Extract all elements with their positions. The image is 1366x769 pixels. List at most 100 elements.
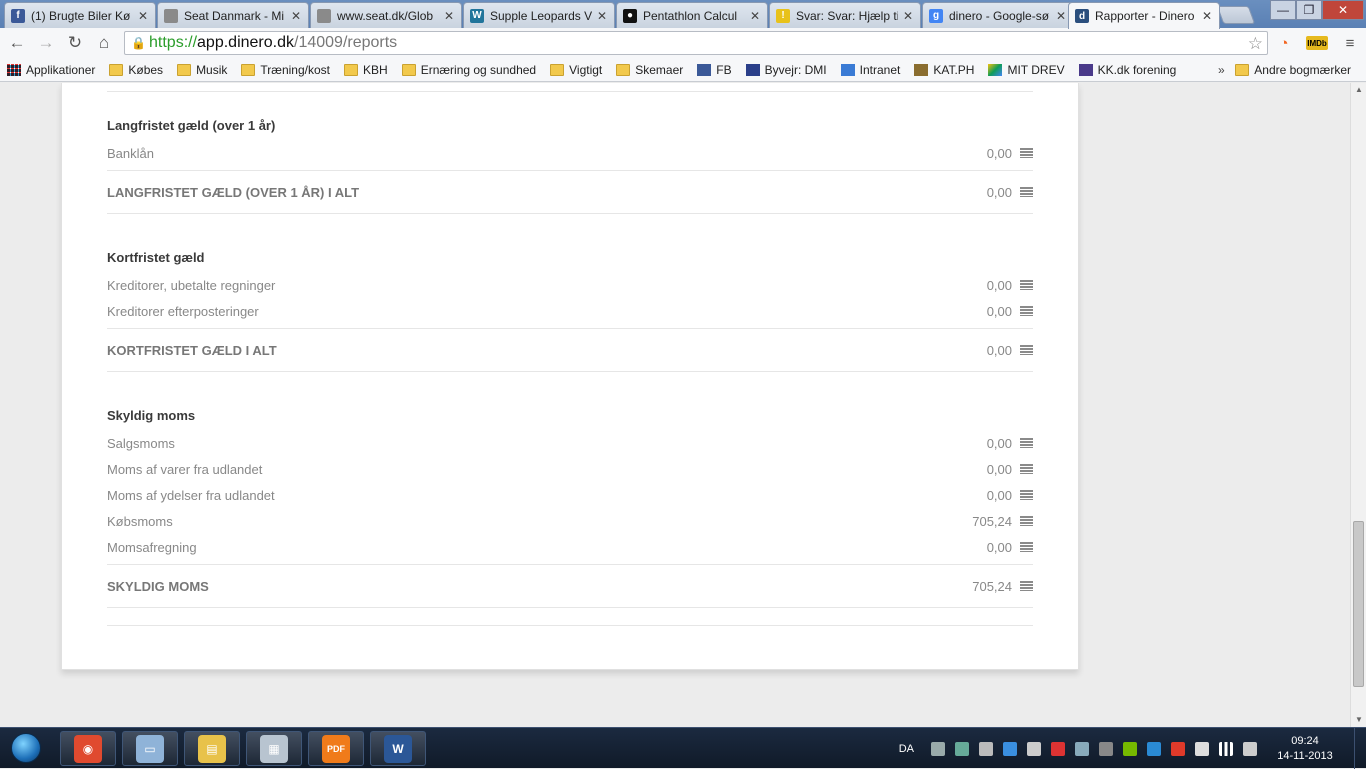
row-label: Momsafregning (107, 539, 197, 555)
taskbar-app[interactable]: ▤ (184, 731, 240, 766)
display-icon[interactable] (1027, 741, 1041, 756)
list-icon[interactable] (1020, 187, 1033, 197)
bookmark-item[interactable]: MIT DREV (981, 63, 1071, 77)
alert-icon[interactable] (1171, 741, 1185, 756)
action-center-icon[interactable] (1051, 741, 1065, 756)
bookmark-label: Vigtigt (569, 62, 603, 77)
list-icon[interactable] (1020, 542, 1033, 552)
close-icon[interactable]: ✕ (1055, 9, 1067, 23)
signal-strength-icon[interactable] (1219, 741, 1233, 756)
list-icon[interactable] (1020, 490, 1033, 500)
clock-date: 14-11-2013 (1277, 749, 1333, 762)
bookmark-item[interactable]: Vigtigt (543, 63, 609, 77)
bookmark-item[interactable]: Købes (102, 63, 170, 77)
usb-icon[interactable] (979, 741, 993, 756)
show-desktop-button[interactable] (1354, 728, 1366, 769)
list-icon[interactable] (1020, 516, 1033, 526)
bookmark-item[interactable]: KBH (337, 63, 395, 77)
steam-icon[interactable] (931, 741, 945, 756)
list-icon[interactable] (1020, 148, 1033, 158)
tab-title: Seat Danmark - Mi (184, 8, 285, 23)
total-amount: 0,00 (986, 184, 1012, 200)
bookmark-item[interactable]: KK.dk forening (1072, 63, 1184, 77)
list-icon[interactable] (1020, 345, 1033, 355)
forward-arrow-icon[interactable]: → (35, 33, 57, 53)
row-label: Moms af ydelser fra udlandet (107, 487, 275, 503)
row-amount: 0,00 (986, 487, 1012, 503)
report-card: Langfristet gæld (over 1 år) Banklån 0,00 L… (61, 83, 1079, 670)
bookmark-item[interactable]: Træning/kost (234, 63, 337, 77)
row-amount: 0,00 (986, 303, 1012, 319)
taskbar-app[interactable]: ◉ (60, 731, 116, 766)
bookmark-item[interactable]: Musik (170, 63, 234, 77)
scrollbar-thumb[interactable] (1353, 521, 1364, 687)
tab-7[interactable]: d Rapporter - Dinero ✕ (1068, 2, 1220, 29)
device-icon[interactable] (1075, 741, 1089, 756)
list-icon[interactable] (1020, 464, 1033, 474)
rss-icon[interactable]: ◔ (1274, 34, 1294, 52)
scroll-up-arrow-icon[interactable]: ▲ (1354, 85, 1364, 95)
new-tab-button[interactable] (1216, 6, 1256, 24)
vertical-scrollbar[interactable]: ▲ ▼ (1350, 83, 1366, 727)
bookmark-item[interactable]: Applikationer (0, 63, 102, 77)
clock[interactable]: 09:24 14-11-2013 (1270, 734, 1340, 764)
tab-5[interactable]: ! Svar: Svar: Hjælp ti ✕ (769, 2, 921, 28)
imdb-icon[interactable]: IMDb (1306, 36, 1328, 50)
tab-4[interactable]: ● Pentathlon Calcul ✕ (616, 2, 768, 28)
nvidia-icon[interactable] (1123, 741, 1137, 756)
menu-icon[interactable]: ≡ (1340, 34, 1360, 52)
close-icon[interactable]: ✕ (596, 9, 608, 23)
bookmark-item[interactable]: KAT.PH (907, 63, 981, 77)
list-icon[interactable] (1020, 280, 1033, 290)
bookmark-label: FB (716, 62, 732, 77)
back-arrow-icon[interactable]: ← (6, 33, 28, 53)
bookmark-item[interactable]: Byvejr: DMI (739, 63, 834, 77)
bookmark-item[interactable]: Ernæring og sundhed (395, 63, 543, 77)
taskbar-app[interactable]: ▦ (246, 731, 302, 766)
other-bookmarks-folder[interactable]: Andre bogmærker (1228, 63, 1358, 77)
language-indicator[interactable]: DA (899, 743, 914, 755)
close-window-button[interactable]: ✕ (1322, 0, 1364, 20)
tab-0[interactable]: f (1) Brugte Biler Kø ✕ (4, 2, 156, 28)
taskbar-app[interactable]: PDF (308, 731, 364, 766)
volume-icon[interactable] (1243, 741, 1257, 756)
total-label: LANGFRISTET GÆLD (OVER 1 ÅR) I ALT (107, 184, 360, 200)
row-label: Banklån (107, 145, 154, 161)
network-tool-icon[interactable] (955, 741, 969, 756)
dropbox-icon[interactable] (1003, 741, 1017, 756)
bookmark-star-icon[interactable]: ☆ (1248, 34, 1263, 54)
close-icon[interactable]: ✕ (443, 9, 455, 23)
address-bar[interactable]: 🔒 https:// app.dinero.dk /14009/reports … (124, 31, 1268, 55)
reload-icon[interactable]: ↻ (64, 33, 86, 53)
close-icon[interactable]: ✕ (902, 9, 914, 23)
bookmark-item[interactable]: Skemaer (609, 63, 690, 77)
list-icon[interactable] (1020, 581, 1033, 591)
taskbar-app[interactable]: ▭ (122, 731, 178, 766)
bookmark-label: KAT.PH (933, 62, 975, 77)
bookmark-item[interactable]: FB (690, 63, 738, 77)
minimize-button[interactable]: — (1270, 0, 1296, 20)
total-label: KORTFRISTET GÆLD I ALT (107, 342, 277, 358)
list-icon[interactable] (1020, 306, 1033, 316)
folder-icon (401, 63, 416, 76)
close-icon[interactable]: ✕ (290, 9, 302, 23)
tab-2[interactable]: www.seat.dk/Glob ✕ (310, 2, 462, 28)
clipboard-icon[interactable] (1195, 741, 1209, 756)
total-row: LANGFRISTET GÆLD (OVER 1 ÅR) I ALT 0,00 (107, 170, 1033, 214)
section-title: Kortfristet gæld (107, 250, 205, 265)
close-icon[interactable]: ✕ (1201, 9, 1213, 23)
list-icon[interactable] (1020, 438, 1033, 448)
bluetooth-icon[interactable] (1147, 741, 1161, 756)
restore-button[interactable]: ❐ (1296, 0, 1322, 20)
start-button[interactable] (4, 730, 48, 766)
close-icon[interactable]: ✕ (137, 9, 149, 23)
tab-1[interactable]: Seat Danmark - Mi ✕ (157, 2, 309, 28)
taskbar-app[interactable]: W (370, 731, 426, 766)
scroll-down-arrow-icon[interactable]: ▼ (1354, 715, 1364, 725)
close-icon[interactable]: ✕ (749, 9, 761, 23)
tab-3[interactable]: W Supple Leopards V ✕ (463, 2, 615, 28)
monitor-icon[interactable] (1099, 741, 1113, 756)
home-icon[interactable]: ⌂ (93, 33, 115, 53)
bookmark-item[interactable]: Intranet (834, 63, 908, 77)
tab-6[interactable]: g dinero - Google-sø ✕ (922, 2, 1074, 28)
